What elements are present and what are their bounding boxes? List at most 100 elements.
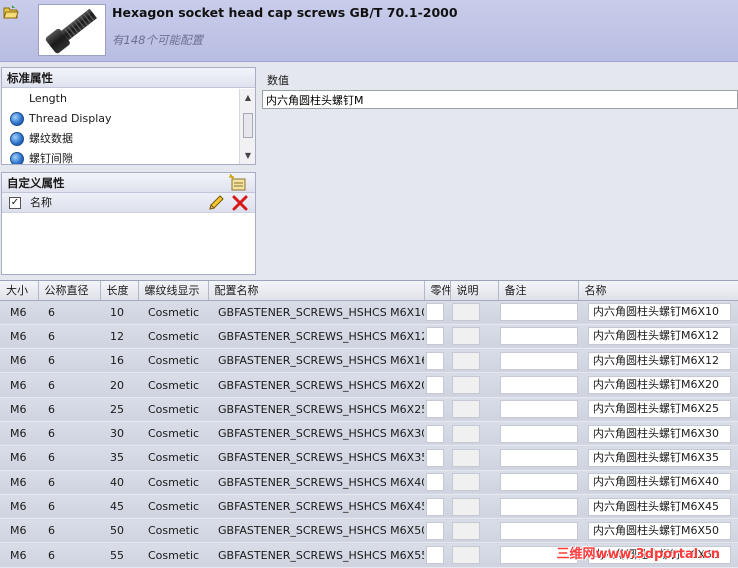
description-cell-box[interactable] (452, 327, 480, 346)
description-cell-cell (450, 518, 498, 544)
description-cell-box[interactable] (452, 546, 480, 565)
description-cell-box[interactable] (452, 473, 480, 492)
table-row[interactable]: M6 6 30 Cosmetic GBFASTENER_SCREWS_HSHCS M6X… (0, 421, 738, 447)
part-cell-box[interactable] (426, 400, 444, 419)
part-cell-box[interactable] (426, 448, 444, 467)
part-cell-cell (424, 518, 450, 544)
property-item-thread-data[interactable]: 螺纹数据 (2, 129, 238, 149)
open-folder-icon[interactable] (3, 4, 19, 20)
size-cell: M6 (0, 421, 38, 447)
delete-x-icon[interactable] (231, 194, 249, 212)
size-cell: M6 (0, 372, 38, 398)
description-cell-cell (450, 300, 498, 325)
length-cell: 45 (100, 494, 138, 520)
column-header[interactable]: 长度 (100, 281, 139, 301)
table-row[interactable]: M6 6 16 Cosmetic GBFASTENER_SCREWS_HSHCS M6X… (0, 348, 738, 374)
remark-cell (498, 470, 578, 495)
globe-icon (10, 112, 24, 126)
table-row[interactable]: M6 6 10 Cosmetic GBFASTENER_SCREWS_HSHCS M6X… (0, 300, 738, 325)
table-row[interactable]: M6 6 40 Cosmetic GBFASTENER_SCREWS_HSHCS M6X… (0, 470, 738, 495)
part-cell-cell (424, 421, 450, 447)
part-cell-box[interactable] (426, 546, 444, 565)
description-cell-box[interactable] (452, 497, 480, 516)
config-name-cell: GBFASTENER_SCREWS_HSHCS M6X10-C (208, 300, 424, 325)
part-cell-box[interactable] (426, 351, 444, 370)
part-cell-box[interactable] (426, 497, 444, 516)
remark-input[interactable] (500, 521, 578, 540)
description-cell-box[interactable] (452, 521, 480, 540)
name-input[interactable]: 内六角圆柱头螺钉M6X50 (588, 521, 731, 540)
remark-input[interactable] (500, 473, 578, 492)
scroll-up-arrow-icon[interactable]: ▲ (241, 91, 255, 104)
description-cell-box[interactable] (452, 351, 480, 370)
custom-property-label: 名称 (30, 196, 52, 209)
name-input[interactable]: 内六角圆柱头螺钉M6X30 (588, 424, 731, 443)
diameter-cell: 6 (38, 445, 100, 471)
value-input[interactable] (262, 90, 738, 109)
part-cell-box[interactable] (426, 521, 444, 540)
description-cell-box[interactable] (452, 376, 480, 395)
column-header[interactable]: 大小 (0, 281, 39, 301)
remark-input[interactable] (500, 376, 578, 395)
table-row[interactable]: M6 6 25 Cosmetic GBFASTENER_SCREWS_HSHCS M6X… (0, 397, 738, 422)
remark-input[interactable] (500, 327, 578, 346)
table-row[interactable]: M6 6 50 Cosmetic GBFASTENER_SCREWS_HSHCS M6X… (0, 518, 738, 544)
column-header[interactable]: 公称直径 (38, 281, 101, 301)
add-property-icon[interactable] (229, 174, 249, 192)
name-input[interactable]: 内六角圆柱头螺钉M6X12 (588, 327, 731, 346)
config-name-cell: GBFASTENER_SCREWS_HSHCS M6X45-C (208, 494, 424, 520)
name-input[interactable]: 内六角圆柱头螺钉M6X12 (588, 351, 731, 370)
property-item-thread-display[interactable]: Thread Display (2, 109, 238, 129)
config-name-cell: GBFASTENER_SCREWS_HSHCS M6X50-C (208, 518, 424, 544)
part-cell-box[interactable] (426, 424, 444, 443)
column-header[interactable]: 名称 (578, 281, 738, 301)
thread-display-cell: Cosmetic (138, 397, 208, 422)
property-item-screw-clearance[interactable]: 螺钉间隙 (2, 149, 238, 164)
configuration-table: 大小 公称直径 长度 螺纹线显示 配置名称 零件 说明 备注 名称 M6610C… (0, 280, 738, 568)
description-cell-cell (450, 397, 498, 422)
name-cell: 内六角圆柱头螺钉M6X20 (578, 372, 738, 398)
part-cell-box[interactable] (426, 327, 444, 346)
column-header[interactable]: 备注 (498, 281, 579, 301)
name-input[interactable]: 内六角圆柱头螺钉M6X10 (588, 303, 731, 322)
value-label: 数值 (267, 74, 289, 87)
remark-input[interactable] (500, 448, 578, 467)
remark-input[interactable] (500, 497, 578, 516)
table-row[interactable]: M6 6 12 Cosmetic GBFASTENER_SCREWS_HSHCS M6X… (0, 324, 738, 350)
vertical-scrollbar[interactable]: ▲ ▼ (239, 89, 255, 164)
name-input[interactable]: 内六角圆柱头螺钉M6X40 (588, 473, 731, 492)
pencil-icon[interactable] (207, 194, 225, 212)
remark-input[interactable] (500, 351, 578, 370)
scrollbar-thumb[interactable] (243, 113, 253, 138)
custom-property-row[interactable]: ✓ 名称 (2, 193, 255, 213)
column-header[interactable]: 说明 (450, 281, 499, 301)
size-cell: M6 (0, 445, 38, 471)
name-input[interactable]: 内六角圆柱头螺钉M6X25 (588, 400, 731, 419)
name-input[interactable]: 内六角圆柱头螺钉M6X35 (588, 448, 731, 467)
column-header[interactable]: 零件 (424, 281, 451, 301)
column-header[interactable]: 螺纹线显示 (138, 281, 209, 301)
part-cell-box[interactable] (426, 303, 444, 322)
description-cell-box[interactable] (452, 400, 480, 419)
remark-input[interactable] (500, 424, 578, 443)
name-cell: 内六角圆柱头螺钉M6X25 (578, 397, 738, 422)
part-header: Hexagon socket head cap screws GB/T 70.1… (0, 0, 738, 62)
table-row[interactable]: M6 6 35 Cosmetic GBFASTENER_SCREWS_HSHCS M6X… (0, 445, 738, 471)
property-item-length[interactable]: Length (2, 89, 238, 109)
part-cell-box[interactable] (426, 376, 444, 395)
table-row[interactable]: M6 6 45 Cosmetic GBFASTENER_SCREWS_HSHCS M6X… (0, 494, 738, 520)
scroll-down-arrow-icon[interactable]: ▼ (241, 149, 255, 162)
part-cell-box[interactable] (426, 473, 444, 492)
description-cell-box[interactable] (452, 448, 480, 467)
description-cell-box[interactable] (452, 424, 480, 443)
column-header[interactable]: 配置名称 (208, 281, 425, 301)
part-cell-cell (424, 397, 450, 422)
name-input[interactable]: 内六角圆柱头螺钉M6X20 (588, 376, 731, 395)
remark-input[interactable] (500, 303, 578, 322)
description-cell-box[interactable] (452, 303, 480, 322)
remark-input[interactable] (500, 400, 578, 419)
table-row[interactable]: M6 6 20 Cosmetic GBFASTENER_SCREWS_HSHCS M6X… (0, 372, 738, 398)
name-input[interactable]: 内六角圆柱头螺钉M6X45 (588, 497, 731, 516)
property-checkbox[interactable]: ✓ (9, 197, 21, 209)
thread-display-cell: Cosmetic (138, 494, 208, 520)
